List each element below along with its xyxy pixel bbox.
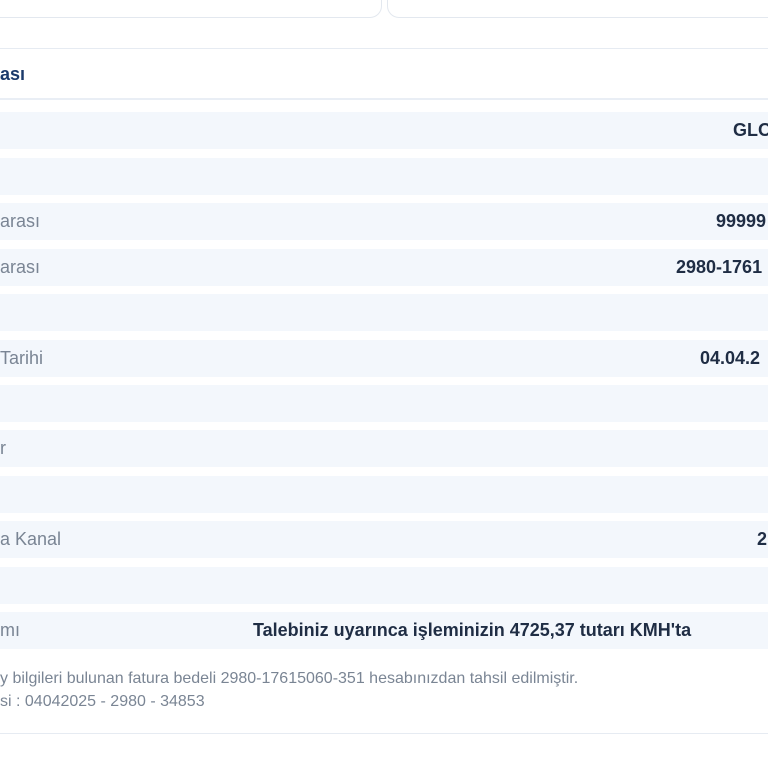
row-value: Talebiniz uyarınca işleminizin 4725,37 t… xyxy=(253,620,692,640)
detail-row: arası 2980-1761 xyxy=(0,249,768,286)
detail-row xyxy=(0,476,768,513)
row-value: GLO xyxy=(733,120,768,140)
detail-row xyxy=(0,158,768,195)
detail-row: a Kanal 2 xyxy=(0,521,768,558)
detail-row: r xyxy=(0,430,768,467)
top-card-left[interactable] xyxy=(0,0,382,18)
row-value: 04.04.2 xyxy=(700,348,761,368)
footer-line-1: y bilgileri bulunan fatura bedeli 2980-1… xyxy=(0,670,579,687)
row-value: 2 xyxy=(757,529,768,549)
title-divider xyxy=(0,98,768,100)
detail-row xyxy=(0,385,768,422)
detail-row: mı Talebiniz uyarınca işleminizin 4725,3… xyxy=(0,612,768,649)
panel-title: ası xyxy=(0,64,26,84)
detail-row: GLO xyxy=(0,112,768,149)
top-card-right[interactable] xyxy=(387,0,768,18)
row-value: 99999 xyxy=(716,211,767,231)
detail-row xyxy=(0,567,768,604)
detail-row: Tarihi 04.04.2 xyxy=(0,340,768,377)
row-value: 2980-1761 xyxy=(676,257,763,277)
detail-row: arası 99999 xyxy=(0,203,768,240)
detail-row xyxy=(0,294,768,331)
receipt-page: ası GLO arası 99999 arası 2980-1761 Tari… xyxy=(0,0,768,768)
footer-line-2: si : 04042025 - 2980 - 34853 xyxy=(0,693,205,710)
